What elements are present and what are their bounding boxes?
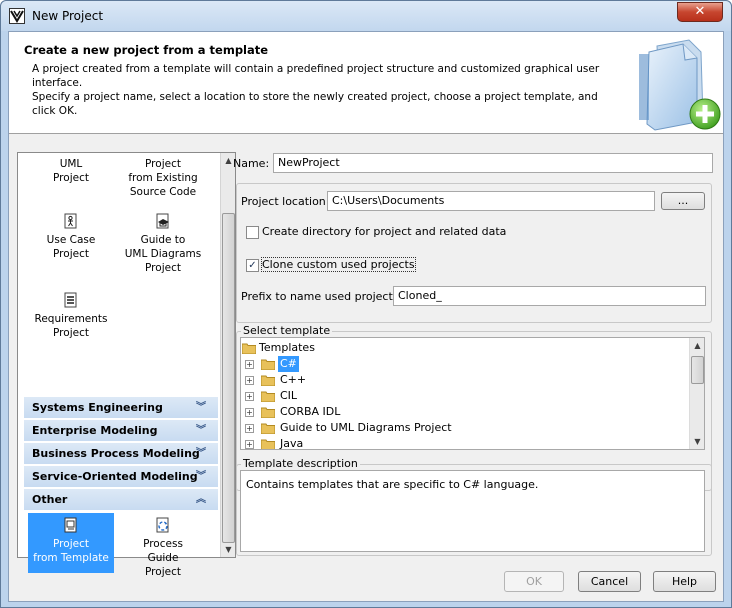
- chevron-down-icon: ︾: [196, 448, 206, 459]
- use-case-project-item[interactable]: Use Case Project: [28, 213, 114, 261]
- header-title: Create a new project from a template: [24, 43, 269, 57]
- folder-icon: [261, 391, 275, 402]
- source-code-project-label: Project from Existing Source Code: [128, 158, 198, 198]
- template-tree-scrollbar[interactable]: ▲ ▼: [689, 338, 704, 449]
- palette-scrollbar[interactable]: ▲ ▼: [220, 153, 235, 557]
- category-label: Business Process Modeling: [32, 447, 200, 460]
- tree-item-label: CIL: [280, 389, 298, 402]
- location-label: Project location:: [241, 195, 330, 208]
- scrollbar-thumb[interactable]: [222, 213, 235, 543]
- tree-item-label: Guide to UML Diagrams Project: [280, 421, 452, 434]
- close-button[interactable]: ✕: [677, 2, 723, 22]
- category-label: Systems Engineering: [32, 401, 163, 414]
- guide-project-icon: [156, 213, 169, 229]
- app-icon: [9, 8, 25, 24]
- location-input[interactable]: C:\Users\Documents: [327, 191, 655, 211]
- folder-icon: [261, 423, 275, 434]
- process-guide-project-item[interactable]: Process Guide Project: [120, 517, 206, 579]
- name-input[interactable]: NewProject: [273, 153, 713, 173]
- folder-icon: [242, 343, 256, 354]
- tree-item-row[interactable]: + CIL: [245, 388, 445, 404]
- expand-icon[interactable]: +: [245, 408, 254, 417]
- scroll-down-icon[interactable]: ▼: [690, 434, 704, 449]
- guide-project-item[interactable]: Guide to UML Diagrams Project: [120, 213, 206, 275]
- source-code-project-item[interactable]: Project from Existing Source Code: [120, 157, 206, 199]
- use-case-project-icon: [64, 213, 77, 229]
- expand-icon[interactable]: +: [245, 440, 254, 449]
- template-project-icon: [64, 517, 77, 533]
- process-guide-project-label: Process Guide Project: [143, 538, 183, 578]
- template-project-label: Project from Template: [33, 538, 109, 564]
- help-button[interactable]: Help: [653, 571, 716, 592]
- project-type-palette: UML Project Project from Existing Source…: [17, 152, 236, 578]
- chevron-down-icon: ︾: [196, 402, 206, 413]
- tree-item-label: CORBA IDL: [280, 405, 341, 418]
- prefix-input[interactable]: Cloned_: [393, 286, 706, 306]
- folder-icon: [261, 359, 275, 370]
- tree-item-row[interactable]: + Java: [245, 436, 445, 450]
- new-project-graphic-icon: [639, 39, 721, 131]
- category-service-oriented-modeling[interactable]: Service-Oriented Modeling ︾: [24, 466, 218, 488]
- tree-item-label: Java: [280, 437, 304, 450]
- browse-button[interactable]: ...: [661, 192, 705, 210]
- scroll-down-icon[interactable]: ▼: [221, 542, 236, 557]
- ok-button[interactable]: OK: [504, 571, 564, 592]
- requirements-project-item[interactable]: Requirements Project: [28, 292, 114, 340]
- window-title: New Project: [32, 9, 104, 23]
- project-type-list: UML Project Project from Existing Source…: [24, 153, 218, 578]
- tree-item-label: C#: [278, 356, 299, 372]
- create-directory-label: Create directory for project and related…: [262, 225, 507, 238]
- check-icon: ✓: [248, 260, 257, 271]
- category-enterprise-modeling[interactable]: Enterprise Modeling ︾: [24, 420, 218, 442]
- header-description: A project created from a template will c…: [32, 63, 600, 117]
- category-label: Other: [32, 493, 68, 506]
- requirements-project-label: Requirements Project: [34, 313, 108, 339]
- category-other[interactable]: Other ︽: [24, 489, 218, 511]
- expand-icon[interactable]: +: [245, 424, 254, 433]
- tree-item-label: C++: [280, 373, 307, 386]
- uml-project-label: UML Project: [53, 158, 89, 184]
- cancel-button[interactable]: Cancel: [578, 571, 641, 592]
- folder-icon: [261, 375, 275, 386]
- tree-item-row[interactable]: + C#: [245, 356, 445, 372]
- category-label: Enterprise Modeling: [32, 424, 158, 437]
- scrollbar-thumb[interactable]: [691, 356, 704, 384]
- template-description-box: Contains templates that are specific to …: [240, 470, 705, 552]
- scroll-up-icon[interactable]: ▲: [690, 338, 704, 353]
- folder-icon: [261, 407, 275, 418]
- tree-root-label: Templates: [259, 341, 315, 354]
- clone-projects-label: Clone custom used projects: [261, 257, 416, 272]
- template-description-legend: Template description: [241, 457, 360, 470]
- uml-project-item[interactable]: UML Project: [28, 157, 114, 185]
- tree-item-row[interactable]: + CORBA IDL: [245, 404, 445, 420]
- template-description-text: Contains templates that are specific to …: [246, 478, 539, 491]
- prefix-label: Prefix to name used projects:: [241, 290, 403, 303]
- select-template-legend: Select template: [241, 324, 333, 337]
- requirements-project-icon: [64, 292, 77, 308]
- guide-project-label: Guide to UML Diagrams Project: [124, 234, 202, 274]
- chevron-up-icon: ︽: [196, 494, 206, 505]
- template-project-item[interactable]: Project from Template: [28, 513, 114, 573]
- process-guide-icon: [156, 517, 169, 533]
- tree-item-row[interactable]: + Guide to UML Diagrams Project: [245, 420, 505, 436]
- expand-icon[interactable]: +: [245, 392, 254, 401]
- use-case-project-label: Use Case Project: [46, 234, 96, 260]
- chevron-down-icon: ︾: [196, 425, 206, 436]
- tree-item-row[interactable]: + C++: [245, 372, 445, 388]
- category-business-process-modeling[interactable]: Business Process Modeling ︾: [24, 443, 218, 465]
- close-icon: ✕: [694, 4, 706, 19]
- category-systems-engineering[interactable]: Systems Engineering ︾: [24, 397, 218, 419]
- expand-icon[interactable]: +: [245, 376, 254, 385]
- chevron-down-icon: ︾: [196, 471, 206, 482]
- template-tree: Templates + C# + C++ + CIL + CORBA IDL +…: [240, 337, 705, 450]
- folder-icon: [261, 439, 275, 449]
- title-bar: New Project ✕: [1, 1, 731, 31]
- name-label: Name:: [233, 157, 270, 170]
- clone-projects-checkbox[interactable]: ✓: [246, 259, 259, 272]
- create-directory-checkbox[interactable]: [246, 226, 259, 239]
- dialog-header: Create a new project from a template A p…: [9, 32, 723, 134]
- expand-icon[interactable]: +: [245, 360, 254, 369]
- category-label: Service-Oriented Modeling: [32, 470, 198, 483]
